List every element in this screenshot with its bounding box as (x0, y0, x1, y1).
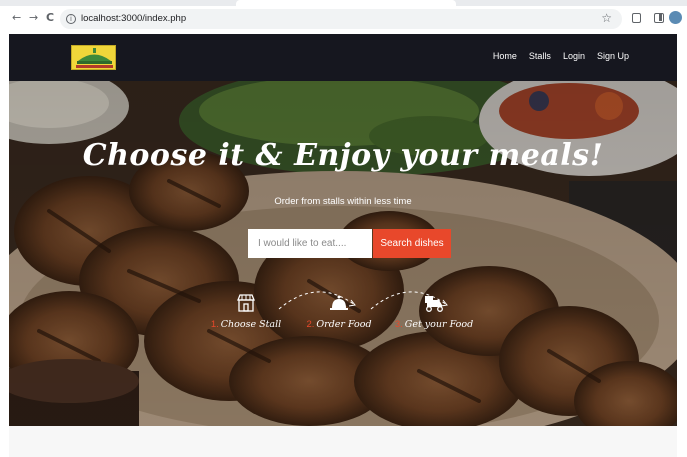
step-label: Choose Stall (220, 319, 282, 330)
active-tab[interactable] (236, 0, 456, 6)
search-dishes-button[interactable]: Search dishes (373, 229, 451, 258)
site-info-icon[interactable]: i (66, 14, 76, 24)
store-icon (237, 294, 255, 312)
side-panel-icon[interactable] (654, 13, 664, 23)
nav-home-link[interactable]: Home (493, 51, 517, 61)
site-navbar: Home Stalls Login Sign Up (9, 34, 677, 81)
nav-stalls-link[interactable]: Stalls (529, 51, 551, 61)
step-order-food: 2. Order Food (294, 293, 384, 330)
nav-links: Home Stalls Login Sign Up (493, 51, 629, 61)
nav-signup-link[interactable]: Sign Up (597, 51, 629, 61)
extensions-icon[interactable] (632, 13, 641, 23)
tab-strip (0, 0, 687, 6)
logo-mosque-icon (72, 46, 115, 69)
reload-icon[interactable]: C (46, 12, 54, 24)
step-label: Get your Food (404, 319, 474, 330)
forward-icon[interactable]: → (29, 12, 38, 24)
site-logo[interactable] (71, 45, 116, 70)
cloche-icon (330, 295, 348, 310)
hero-subtitle: Order from stalls within less time (274, 196, 412, 207)
bookmark-star-icon[interactable]: ☆ (601, 11, 612, 25)
step-number: 2. (306, 319, 315, 330)
back-icon[interactable]: ← (12, 12, 21, 24)
dish-search-input[interactable] (248, 229, 372, 258)
step-get-your-food: 3. Get your Food (389, 293, 479, 330)
browser-chrome: ← → C i localhost:3000/index.php ☆ (0, 0, 687, 34)
nav-login-link[interactable]: Login (563, 51, 585, 61)
url-text[interactable]: localhost:3000/index.php (81, 13, 186, 24)
step-number: 1. (210, 319, 219, 330)
delivery-scooter-icon (425, 296, 443, 312)
step-label: Order Food (316, 319, 372, 330)
hero-section: Choose it & Enjoy your meals! Order from… (9, 81, 677, 426)
step-choose-stall: 1. Choose Stall (201, 293, 291, 330)
step-number: 3. (394, 319, 403, 330)
address-bar[interactable]: i localhost:3000/index.php ☆ (60, 9, 622, 29)
hero-title: Choose it & Enjoy your meals! (82, 138, 604, 173)
page-below-hero (9, 426, 677, 457)
profile-avatar-icon[interactable] (669, 11, 682, 24)
